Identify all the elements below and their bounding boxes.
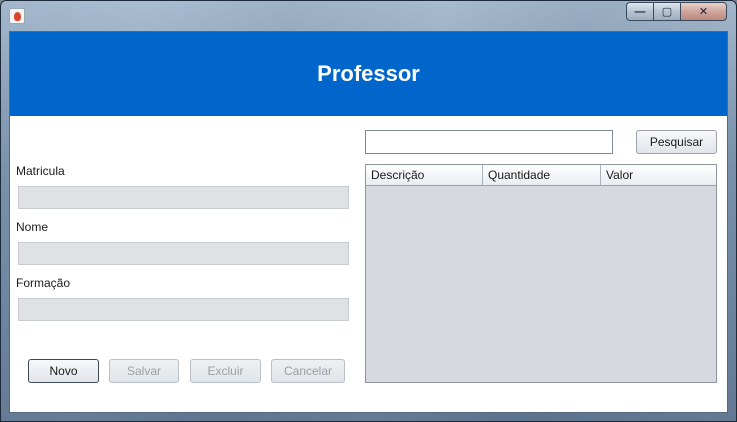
window-content: Professor Matricula Nome Formação Novo S… (9, 31, 728, 413)
nome-label: Nome (16, 220, 49, 234)
salvar-button[interactable]: Salvar (109, 359, 179, 383)
pesquisar-button[interactable]: Pesquisar (636, 130, 717, 154)
matricula-label: Matricula (16, 164, 65, 178)
nome-field[interactable] (18, 242, 349, 265)
table-body[interactable] (366, 186, 716, 382)
excluir-button[interactable]: Excluir (190, 359, 261, 383)
cancelar-button[interactable]: Cancelar (271, 359, 345, 383)
column-header-valor[interactable]: Valor (601, 165, 716, 185)
minimize-button[interactable]: — (626, 2, 654, 21)
column-header-descricao[interactable]: Descrição (366, 165, 483, 185)
matricula-field[interactable] (18, 186, 349, 209)
table-header: Descrição Quantidade Valor (366, 165, 716, 186)
search-input[interactable] (365, 130, 613, 154)
close-button[interactable]: ✕ (681, 2, 727, 21)
maximize-button[interactable]: ▢ (654, 2, 681, 21)
formacao-field[interactable] (18, 298, 349, 321)
results-table[interactable]: Descrição Quantidade Valor (365, 164, 717, 383)
column-header-quantidade[interactable]: Quantidade (483, 165, 601, 185)
formacao-label: Formação (16, 276, 71, 290)
java-cup-icon (9, 8, 25, 24)
window-controls: — ▢ ✕ (626, 2, 727, 22)
application-window: — ▢ ✕ Professor Matricula Nome Formação … (0, 0, 737, 422)
title-bar[interactable]: — ▢ ✕ (1, 1, 736, 31)
novo-button[interactable]: Novo (28, 359, 99, 383)
page-title: Professor (317, 61, 420, 86)
header-banner: Professor (10, 32, 727, 116)
